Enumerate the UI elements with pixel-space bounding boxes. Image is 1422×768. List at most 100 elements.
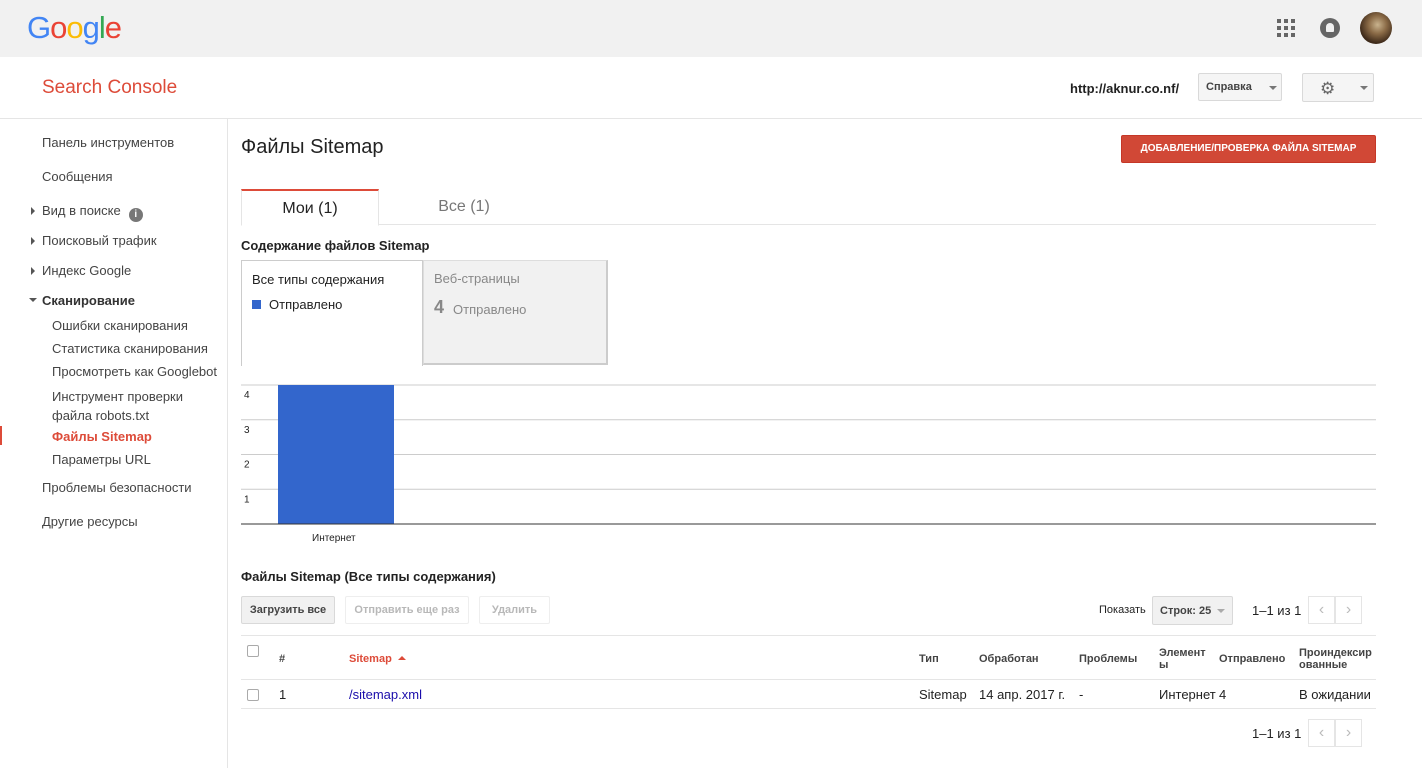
next-page-button[interactable]: ›: [1335, 596, 1362, 624]
column-header-processed: Обработан: [979, 653, 1039, 665]
content-type-card-web-pages[interactable]: Веб-страницы 4 Отправлено: [423, 260, 608, 365]
sidebar-item-robots-tester[interactable]: Инструмент проверки файла robots.txt: [52, 387, 183, 425]
rows-per-page-select[interactable]: Строк: 25: [1152, 596, 1233, 625]
table-header: # Sitemap Тип Обработан Проблемы Элемент…: [241, 635, 1376, 680]
column-header-issues: Проблемы: [1079, 653, 1138, 665]
content-type-card-all[interactable]: Все типы содержания Отправлено: [241, 260, 423, 366]
chevron-down-icon: [1360, 86, 1368, 90]
sitemap-link[interactable]: /sitemap.xml: [349, 687, 422, 702]
collapse-arrow-icon[interactable]: [29, 298, 37, 302]
sidebar-item-other-resources[interactable]: Другие ресурсы: [42, 514, 138, 529]
chevron-right-icon: ›: [1345, 724, 1352, 741]
expand-arrow-icon[interactable]: [31, 267, 35, 275]
submitted-count: 4: [434, 297, 445, 317]
column-header-indexed: Проиндексир ованные: [1299, 647, 1372, 671]
legend-swatch: [252, 300, 261, 309]
column-header-num: #: [279, 653, 286, 665]
sitemap-content-chart: 1 2 3 4 Интернет: [241, 369, 1376, 549]
active-indicator: [0, 426, 2, 445]
row-items: Интернет: [1159, 687, 1216, 702]
row-checkbox[interactable]: [247, 689, 259, 701]
add-test-sitemap-button[interactable]: ДОБАВЛЕНИЕ/ПРОВЕРКА ФАЙЛА SITEMAP: [1121, 135, 1376, 163]
tab-mine[interactable]: Мои (1): [241, 189, 379, 226]
column-header-label: ы: [1159, 659, 1169, 671]
expand-arrow-icon[interactable]: [31, 207, 35, 215]
page-title: Файлы Sitemap: [241, 136, 384, 158]
x-tick-label: Интернет: [312, 533, 356, 544]
row-type: Sitemap: [919, 687, 967, 702]
gear-icon: ⚙: [1320, 79, 1336, 98]
row-num: 1: [279, 687, 287, 702]
row-submitted: 4: [1219, 687, 1227, 702]
notifications-bell-icon[interactable]: [1320, 18, 1340, 38]
sidebar-item-label: Инструмент проверки: [52, 389, 183, 404]
apps-grid-icon[interactable]: [1277, 19, 1295, 37]
sort-ascending-icon: [397, 656, 406, 660]
sidebar-item-crawl-stats[interactable]: Статистика сканирования: [52, 341, 208, 356]
chart-bar[interactable]: [278, 385, 394, 524]
sidebar-item-messages[interactable]: Сообщения: [42, 169, 113, 184]
info-icon[interactable]: i: [128, 208, 143, 222]
site-url-selector[interactable]: http://aknur.co.nf/: [1070, 81, 1179, 96]
google-logo[interactable]: Google: [27, 10, 122, 46]
chevron-left-icon: ‹: [1318, 724, 1325, 741]
sidebar-item-sitemaps[interactable]: Файлы Sitemap: [52, 429, 152, 444]
prev-page-button-bottom[interactable]: ‹: [1308, 719, 1335, 747]
console-header: Search Console http://aknur.co.nf/ Справ…: [0, 57, 1422, 119]
chevron-right-icon: ›: [1345, 601, 1352, 618]
logo-letter: g: [82, 10, 100, 45]
sidebar-nav: Панель инструментов Сообщения Вид в поис…: [0, 119, 228, 768]
main-content: Файлы Sitemap ДОБАВЛЕНИЕ/ПРОВЕРКА ФАЙЛА …: [229, 119, 1422, 768]
sidebar-item-search-appearance[interactable]: Вид в поиске i: [42, 203, 143, 222]
help-dropdown[interactable]: Справка: [1198, 73, 1282, 101]
help-label: Справка: [1206, 81, 1252, 93]
content-section-title: Содержание файлов Sitemap: [241, 238, 430, 253]
chart-canvas: 1 2 3 4: [241, 384, 1376, 525]
tab-all[interactable]: Все (1): [395, 189, 533, 225]
content-type-label: Веб-страницы: [434, 271, 520, 286]
column-header-label: Sitemap: [349, 653, 392, 665]
sidebar-item-label: файла robots.txt: [52, 408, 150, 423]
legend-item: Отправлено: [252, 297, 342, 312]
prev-page-button[interactable]: ‹: [1308, 596, 1335, 624]
chevron-down-icon: [1217, 609, 1225, 613]
sidebar-item-dashboard[interactable]: Панель инструментов: [42, 135, 174, 150]
submitted-label: Отправлено: [453, 302, 527, 317]
product-title[interactable]: Search Console: [42, 77, 177, 99]
sidebar-item-security-issues[interactable]: Проблемы безопасности: [42, 480, 192, 495]
column-header-items: Элемент ы: [1159, 647, 1206, 671]
logo-letter: o: [50, 10, 67, 45]
sidebar-item-search-traffic[interactable]: Поисковый трафик: [42, 233, 157, 248]
sidebar-item-url-parameters[interactable]: Параметры URL: [52, 452, 151, 467]
row-processed: 14 апр. 2017 г.: [979, 687, 1066, 702]
settings-dropdown[interactable]: ⚙: [1302, 73, 1374, 102]
pager-range: 1–1 из 1: [1252, 603, 1302, 618]
column-header-sitemap[interactable]: Sitemap: [349, 653, 406, 665]
y-tick-label: 2: [244, 460, 250, 471]
sidebar-item-google-index[interactable]: Индекс Google: [42, 263, 131, 278]
resubmit-all-button[interactable]: Загрузить все: [241, 596, 335, 624]
row-issues: -: [1079, 687, 1084, 702]
y-tick-label: 1: [244, 494, 250, 505]
row-indexed: В ожидании: [1299, 687, 1371, 702]
delete-button[interactable]: Удалить: [479, 596, 550, 624]
account-avatar[interactable]: [1360, 12, 1392, 44]
resubmit-button[interactable]: Отправить еще раз: [345, 596, 469, 624]
sidebar-item-crawl-errors[interactable]: Ошибки сканирования: [52, 318, 188, 333]
column-header-type: Тип: [919, 653, 939, 665]
column-header-label: ованные: [1299, 659, 1348, 671]
table-row: 1 /sitemap.xml Sitemap 14 апр. 2017 г. -…: [241, 680, 1376, 709]
sidebar-item-crawl[interactable]: Сканирование: [42, 293, 135, 308]
column-header-label: Элемент: [1159, 647, 1206, 659]
sidebar-item-fetch-as-googlebot[interactable]: Просмотреть как Googlebot: [52, 364, 217, 379]
next-page-button-bottom[interactable]: ›: [1335, 719, 1362, 747]
chevron-down-icon: [1269, 86, 1277, 90]
column-header-label: Проиндексир: [1299, 647, 1372, 659]
select-all-checkbox[interactable]: [247, 645, 259, 657]
tab-bar: Мои (1) Все (1): [241, 189, 1376, 226]
expand-arrow-icon[interactable]: [31, 237, 35, 245]
content-type-label: Все типы содержания: [252, 272, 385, 287]
legend-label: Отправлено: [269, 297, 343, 312]
rows-per-page-value: Строк: 25: [1160, 605, 1212, 617]
google-top-bar: Google: [0, 0, 1422, 57]
